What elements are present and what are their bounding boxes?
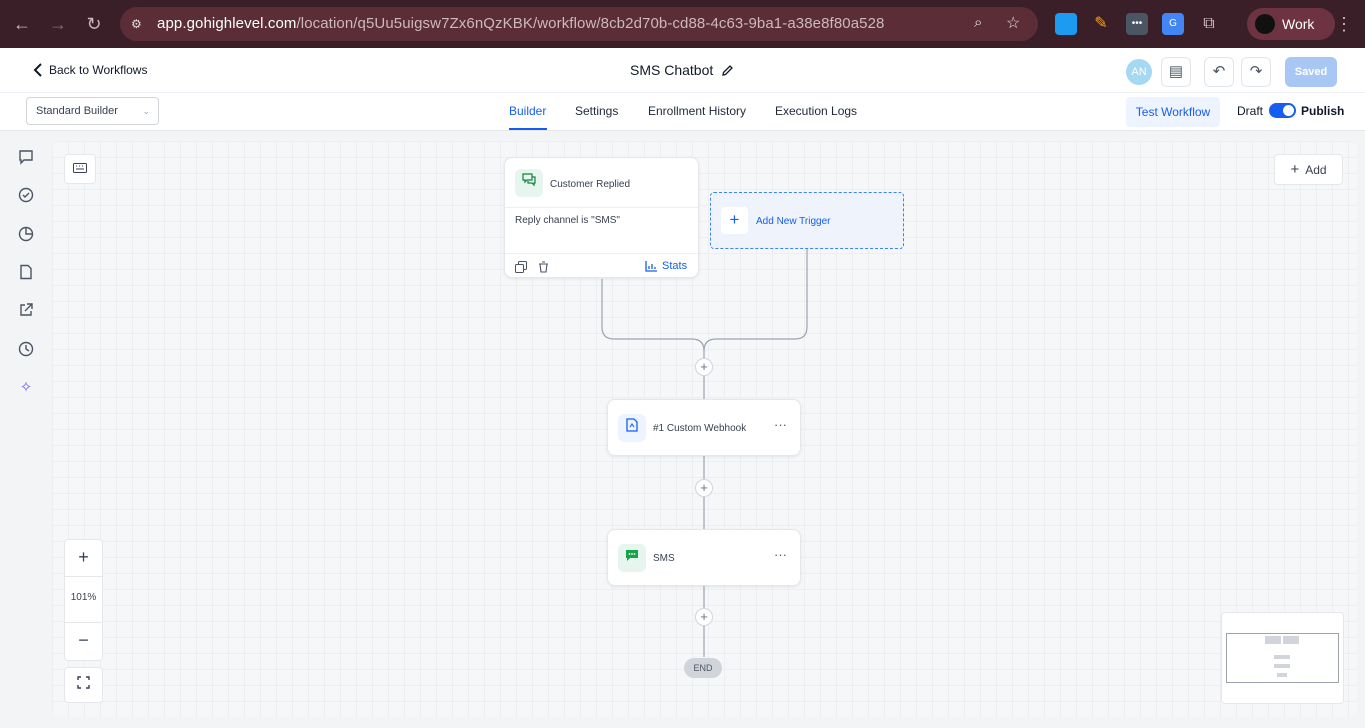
workflow-canvas[interactable]: + Add Customer Replied Reply channel is "… [52, 141, 1357, 717]
tab-enrollment-history[interactable]: Enrollment History [648, 104, 746, 118]
test-workflow-button[interactable]: Test Workflow [1126, 97, 1220, 127]
expand-icon [77, 676, 90, 689]
divider [65, 576, 102, 577]
browser-reload-icon[interactable]: ↻ [82, 12, 106, 36]
avatar[interactable]: AN [1126, 59, 1152, 85]
side-rail: ✧ [0, 131, 52, 728]
zoom-search-icon[interactable]: ⌕ [974, 14, 982, 31]
action-node-webhook[interactable]: #1 Custom Webhook ··· [607, 399, 801, 456]
minimap-node [1265, 636, 1281, 644]
pencil-extension-icon[interactable]: ✎ [1090, 13, 1112, 35]
zoom-level: 101% [70, 592, 97, 603]
copy-icon[interactable] [515, 260, 527, 278]
extension-icon-3[interactable]: ••• [1126, 13, 1148, 35]
sub-navigation: Standard Builder ⌄ Builder Settings Enro… [0, 93, 1365, 131]
profile-avatar-icon [1255, 14, 1275, 34]
tab-builder[interactable]: Builder [509, 104, 546, 118]
tab-execution-logs[interactable]: Execution Logs [775, 104, 857, 118]
site-info-icon[interactable]: ⚙ [131, 16, 147, 32]
document-icon[interactable] [17, 264, 35, 282]
address-bar[interactable]: ⚙ app.gohighlevel.com/location/q5Uu5uigs… [120, 7, 1038, 41]
more-options-icon[interactable]: ··· [774, 417, 787, 432]
sms-chat-icon [618, 544, 646, 572]
workflow-title-text: SMS Chatbot [630, 62, 714, 78]
extensions-puzzle-icon[interactable]: ⧉ [1198, 13, 1220, 35]
extension-icon-1[interactable] [1055, 13, 1077, 35]
more-options-icon[interactable]: ··· [774, 547, 787, 562]
bar-chart-icon [645, 260, 657, 272]
add-step-button[interactable]: + [695, 358, 713, 376]
publish-label: Publish [1301, 104, 1345, 118]
webhook-doc-icon [618, 414, 646, 442]
fit-view-button[interactable] [64, 667, 103, 703]
external-link-icon[interactable] [17, 302, 35, 320]
comment-icon[interactable] [17, 149, 35, 167]
action-title: #1 Custom Webhook [653, 423, 747, 434]
translate-extension-icon[interactable]: G [1162, 13, 1184, 35]
browser-chrome: ← → ↻ ⚙ app.gohighlevel.com/location/q5U… [0, 0, 1365, 48]
divider [505, 253, 698, 254]
end-badge: END [684, 658, 722, 678]
browser-back-icon[interactable]: ← [10, 12, 34, 36]
profile-button[interactable]: Work [1247, 8, 1335, 40]
chevron-left-icon [33, 63, 42, 77]
back-to-workflows-link[interactable]: Back to Workflows [33, 63, 147, 77]
add-step-button[interactable]: + [695, 608, 713, 626]
check-circle-icon[interactable] [17, 187, 35, 205]
stats-link[interactable]: Stats [645, 260, 687, 272]
minimap-node [1283, 636, 1299, 644]
profile-label: Work [1282, 16, 1315, 32]
pie-chart-icon[interactable] [17, 226, 35, 244]
minimap-node [1277, 673, 1287, 677]
trigger-title: Customer Replied [550, 179, 631, 190]
keyboard-shortcuts-button[interactable] [64, 154, 96, 184]
history-icon[interactable] [17, 341, 35, 359]
add-button[interactable]: + Add [1274, 154, 1343, 185]
add-step-button[interactable]: + [695, 479, 713, 497]
bookmark-star-icon[interactable]: ☆ [1006, 13, 1020, 33]
chevron-down-icon: ⌄ [142, 106, 150, 116]
notes-icon[interactable]: ▤ [1161, 57, 1191, 87]
minimap[interactable] [1221, 612, 1344, 704]
divider [505, 207, 698, 208]
ai-sparkle-icon[interactable]: ✧ [17, 379, 35, 397]
url-path: /location/q5Uu5uigsw7Zx6nQzKBK/workflow/… [296, 15, 885, 32]
publish-toggle[interactable] [1269, 103, 1296, 118]
draft-label: Draft [1237, 104, 1264, 118]
tab-settings[interactable]: Settings [575, 104, 618, 118]
minimap-node [1274, 664, 1290, 668]
minimap-node [1274, 655, 1290, 659]
url-host: app.gohighlevel.com [157, 15, 297, 32]
browser-menu-icon[interactable]: ⋮ [1332, 12, 1356, 36]
browser-forward-icon[interactable]: → [46, 12, 70, 36]
add-label: Add [1305, 163, 1327, 177]
back-label: Back to Workflows [49, 63, 148, 77]
zoom-controls: + 101% − [64, 539, 103, 661]
trash-icon[interactable] [538, 260, 549, 278]
redo-icon[interactable]: ↷ [1241, 57, 1271, 87]
builder-select[interactable]: Standard Builder ⌄ [26, 97, 159, 125]
undo-icon[interactable]: ↶ [1204, 57, 1234, 87]
zoom-in-button[interactable]: + [65, 540, 102, 576]
add-new-trigger-label: Add New Trigger [756, 216, 831, 227]
plus-icon: + [721, 207, 748, 234]
edit-pencil-icon[interactable] [721, 64, 734, 77]
active-tab-indicator [509, 128, 547, 130]
stats-label: Stats [662, 260, 688, 272]
action-title: SMS [653, 553, 675, 564]
zoom-out-button[interactable]: − [65, 623, 102, 660]
saved-button[interactable]: Saved [1285, 57, 1337, 87]
chat-bubbles-icon [515, 169, 543, 197]
url-text[interactable]: app.gohighlevel.com/location/q5Uu5uigsw7… [157, 15, 884, 32]
builder-select-value: Standard Builder [36, 105, 118, 117]
action-node-sms[interactable]: SMS ··· [607, 529, 801, 586]
keyboard-icon [73, 163, 87, 173]
workflow-title[interactable]: SMS Chatbot [630, 62, 734, 78]
toggle-knob [1283, 105, 1294, 116]
app-header: Back to Workflows SMS Chatbot AN ▤ ↶ ↷ S… [0, 48, 1365, 93]
trigger-condition: Reply channel is "SMS" [515, 215, 620, 226]
plus-icon: + [1290, 161, 1300, 178]
trigger-node[interactable]: Customer Replied Reply channel is "SMS" … [504, 157, 699, 278]
add-new-trigger-card[interactable]: + Add New Trigger [710, 192, 904, 249]
